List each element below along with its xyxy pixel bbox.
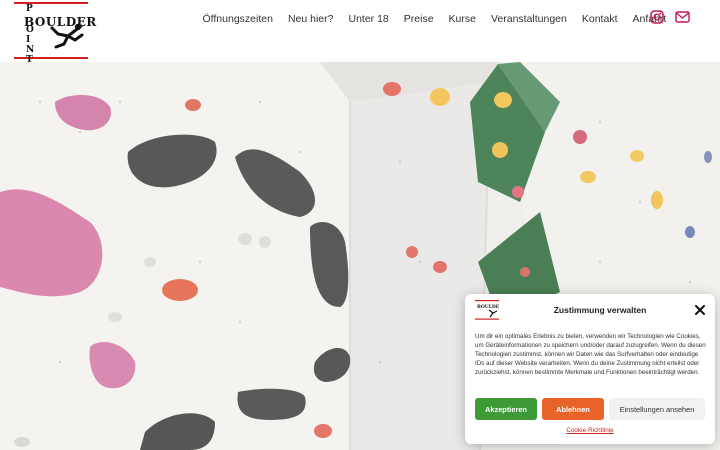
nav-item-kontakt[interactable]: Kontakt [574,12,625,26]
mail-icon[interactable] [675,11,690,23]
cookie-policy-link[interactable]: Cookie-Richtlinie [465,427,715,434]
instagram-icon[interactable] [650,10,664,24]
consent-title: Zustimmung verwalten [553,305,647,315]
boulder-point-logo[interactable]: P O I N T BOULDER [14,2,96,65]
view-settings-button[interactable]: Einstellungen ansehen [609,398,705,420]
nav-item-preise[interactable]: Preise [396,12,441,26]
nav-item-oeffnungszeiten[interactable]: Öffnungszeiten [195,12,280,26]
cookie-consent-dialog: BOULDER Zustimmung verwalten Um dir ein … [465,294,715,444]
logo-vertical-letters: P O I N T [26,4,35,65]
site-header: P O I N T BOULDER Öffnungszeiten Neu hie… [0,0,720,65]
nav-item-neu-hier[interactable]: Neu hier? [280,12,341,26]
deny-button[interactable]: Ablehnen [542,398,604,420]
consent-text: Um dir ein optimales Erlebnis zu bieten,… [475,333,706,376]
consent-logo-icon: BOULDER [475,300,499,320]
climber-icon [50,23,84,49]
nav-item-veranstaltungen[interactable]: Veranstaltungen [483,12,574,26]
nav-item-kurse[interactable]: Kurse [441,12,483,26]
close-icon[interactable] [694,304,706,316]
accept-button[interactable]: Akzeptieren [475,398,537,420]
svg-text:BOULDER: BOULDER [477,304,499,310]
nav-item-unter-18[interactable]: Unter 18 [341,12,396,26]
main-nav: Öffnungszeiten Neu hier? Unter 18 Preise… [195,12,674,26]
